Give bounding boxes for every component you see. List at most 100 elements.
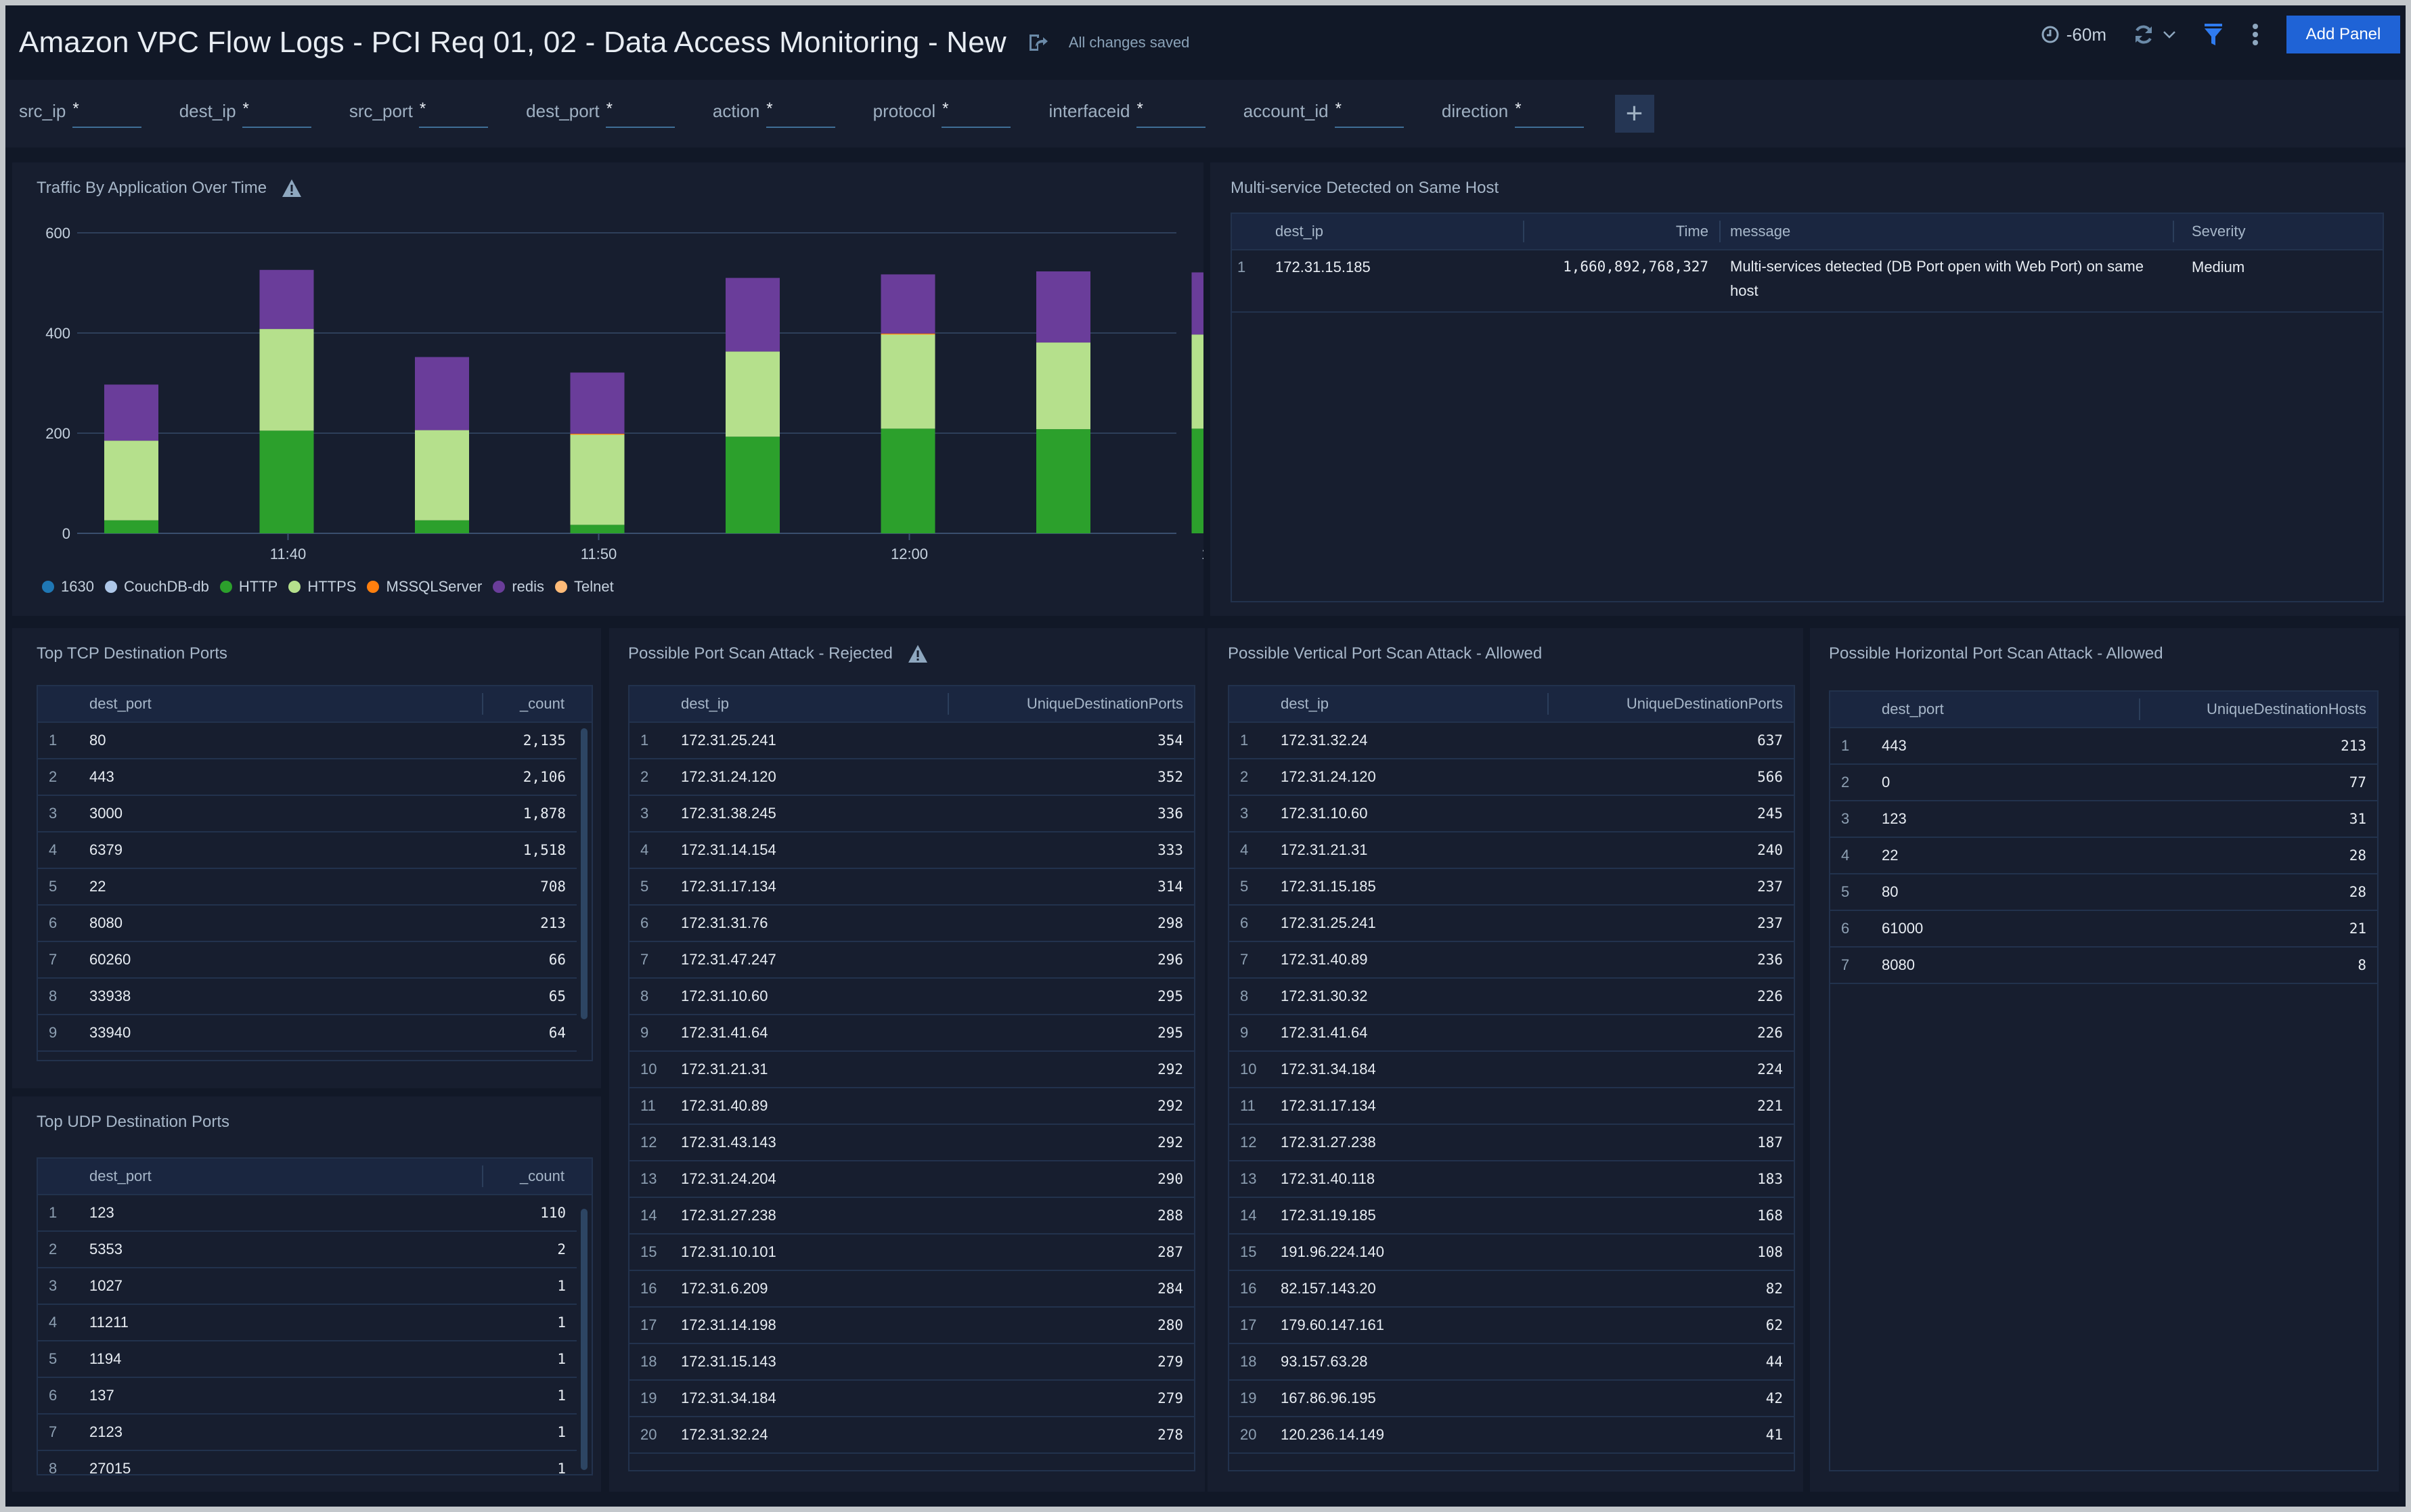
table-row[interactable]: 16 172.31.6.209 284 bbox=[629, 1271, 1194, 1308]
filter-input-underline[interactable] bbox=[605, 127, 675, 128]
table-row[interactable]: 15 172.31.10.101 287 bbox=[629, 1235, 1194, 1271]
bar-segment-https[interactable] bbox=[1191, 334, 1204, 429]
scrollbar[interactable] bbox=[581, 1209, 588, 1470]
bar-segment-http[interactable] bbox=[726, 437, 780, 533]
bar-segment-redis[interactable] bbox=[1191, 272, 1204, 335]
table-row[interactable]: 5 22 708 bbox=[38, 869, 577, 906]
add-filter-button[interactable]: + bbox=[1614, 95, 1654, 133]
table-row[interactable]: 4 172.31.21.31 240 bbox=[1229, 832, 1794, 869]
legend-item-https[interactable]: HTTPS bbox=[288, 578, 356, 596]
table-row[interactable]: 3 172.31.10.60 245 bbox=[1229, 796, 1794, 832]
column-header[interactable]: UniqueDestinationPorts bbox=[948, 686, 1194, 721]
column-header[interactable]: dest_port bbox=[38, 686, 482, 721]
filter-dest-port[interactable]: dest_port * bbox=[526, 97, 675, 131]
table-row[interactable]: 10 172.31.34.184 224 bbox=[1229, 1052, 1794, 1088]
filter-src-port[interactable]: src_port * bbox=[349, 97, 489, 131]
bar-segment-https[interactable] bbox=[570, 434, 625, 525]
bar-segment-http[interactable] bbox=[570, 525, 625, 533]
legend-item-mssqlserver[interactable]: MSSQLServer bbox=[367, 578, 482, 596]
table-row[interactable]: 8 172.31.10.60 295 bbox=[629, 979, 1194, 1015]
bar-stack-1210[interactable] bbox=[1191, 272, 1204, 533]
bar-stack-1145[interactable] bbox=[415, 357, 469, 533]
bar-segment-http[interactable] bbox=[415, 520, 469, 533]
bar-segment-https[interactable] bbox=[259, 329, 314, 431]
filter-value[interactable]: * bbox=[1136, 97, 1143, 118]
table-row[interactable]: 13 172.31.24.204 290 bbox=[629, 1161, 1194, 1198]
table-row[interactable]: 2 0 77 bbox=[1830, 765, 2377, 801]
filter-protocol[interactable]: protocol * bbox=[873, 97, 1011, 131]
bar-segment-http[interactable] bbox=[1036, 429, 1090, 533]
filter-value[interactable]: * bbox=[1515, 97, 1521, 118]
time-range-picker[interactable]: -60m bbox=[2041, 24, 2106, 45]
column-header[interactable]: dest_ip bbox=[1229, 686, 1547, 721]
bar-segment-http[interactable] bbox=[104, 520, 158, 533]
legend-item-1630[interactable]: 1630 bbox=[42, 578, 94, 596]
table-row[interactable]: 1 172.31.25.241 354 bbox=[629, 723, 1194, 759]
filter-input-underline[interactable] bbox=[766, 127, 835, 128]
table-row[interactable]: 17 172.31.14.198 280 bbox=[629, 1308, 1194, 1344]
column-header[interactable]: UniqueDestinationHosts bbox=[2139, 692, 2377, 727]
table-row[interactable]: 1 443 213 bbox=[1830, 728, 2377, 765]
table-row[interactable]: 1 172.31.32.24 637 bbox=[1229, 723, 1794, 759]
bar-stack-1155[interactable] bbox=[726, 277, 780, 533]
table-row[interactable]: 2 443 2,106 bbox=[38, 759, 577, 796]
table-row[interactable]: 7 172.31.47.247 296 bbox=[629, 942, 1194, 979]
filter-input-underline[interactable] bbox=[1514, 127, 1584, 128]
column-header-message[interactable]: message bbox=[1719, 214, 2173, 249]
table-row[interactable]: 6 61000 21 bbox=[1830, 911, 2377, 948]
table-row[interactable]: 13 172.31.40.118 183 bbox=[1229, 1161, 1794, 1198]
filter-account-id[interactable]: account_id * bbox=[1243, 97, 1404, 131]
table-row[interactable]: 7 60260 66 bbox=[38, 942, 577, 979]
bar-stack-1200[interactable] bbox=[881, 274, 935, 533]
bar-stack-1150[interactable] bbox=[570, 372, 625, 533]
bar-stack-1205[interactable] bbox=[1036, 271, 1090, 533]
table-row[interactable]: 4 6379 1,518 bbox=[38, 832, 577, 869]
filter-direction[interactable]: direction * bbox=[1442, 97, 1584, 131]
filter-src-ip[interactable]: src_ip * bbox=[19, 97, 141, 131]
filter-dest-ip[interactable]: dest_ip * bbox=[179, 97, 311, 131]
bar-segment-https[interactable] bbox=[881, 334, 935, 429]
legend-item-http[interactable]: HTTP bbox=[219, 578, 278, 596]
table-row[interactable]: 6 137 1 bbox=[38, 1378, 577, 1415]
table-row[interactable]: 1 123 110 bbox=[38, 1195, 577, 1232]
bar-segment-redis[interactable] bbox=[881, 274, 935, 334]
table-row[interactable]: 5 1194 1 bbox=[38, 1341, 577, 1378]
filter-value[interactable]: * bbox=[1335, 97, 1342, 118]
filter-input-underline[interactable] bbox=[1334, 127, 1404, 128]
filter-input-underline[interactable] bbox=[942, 127, 1011, 128]
bar-segment-redis[interactable] bbox=[726, 277, 780, 352]
table-row[interactable]: 16 82.157.143.20 82 bbox=[1229, 1271, 1794, 1308]
table-row[interactable]: 5 172.31.15.185 237 bbox=[1229, 869, 1794, 906]
table-row[interactable]: 11 172.31.17.134 221 bbox=[1229, 1088, 1794, 1125]
bar-stack-1135[interactable] bbox=[104, 384, 158, 533]
table-row[interactable]: 8 27015 1 bbox=[38, 1451, 577, 1474]
table-row[interactable]: 7 8080 8 bbox=[1830, 948, 2377, 984]
filter-input-underline[interactable] bbox=[72, 127, 141, 128]
bar-segment-mssqlserver[interactable] bbox=[570, 433, 625, 435]
legend-item-telnet[interactable]: Telnet bbox=[555, 578, 614, 596]
chevron-down-icon[interactable] bbox=[2161, 26, 2178, 43]
table-row[interactable]: 1 80 2,135 bbox=[38, 723, 577, 759]
table-row[interactable]: 3 172.31.38.245 336 bbox=[629, 796, 1194, 832]
filter-input-underline[interactable] bbox=[419, 127, 489, 128]
bar-segment-redis[interactable] bbox=[570, 372, 625, 434]
table-row[interactable]: 12 172.31.27.238 187 bbox=[1229, 1125, 1794, 1161]
bar-segment-redis[interactable] bbox=[415, 357, 469, 430]
table-row[interactable]: 3 3000 1,878 bbox=[38, 796, 577, 832]
legend-item-couchdb-db[interactable]: CouchDB-db bbox=[104, 578, 209, 596]
column-header[interactable]: dest_ip bbox=[629, 686, 948, 721]
refresh-button[interactable] bbox=[2132, 23, 2178, 46]
bar-segment-https[interactable] bbox=[1036, 342, 1090, 430]
table-row[interactable]: 11 172.31.40.89 292 bbox=[629, 1088, 1194, 1125]
table-row[interactable]: 6 172.31.31.76 298 bbox=[629, 906, 1194, 942]
filter-input-underline[interactable] bbox=[1136, 127, 1206, 128]
bar-segment-https[interactable] bbox=[415, 430, 469, 520]
table-row[interactable]: 7 172.31.40.89 236 bbox=[1229, 942, 1794, 979]
filter-input-underline[interactable] bbox=[242, 127, 311, 128]
filter-action[interactable]: action * bbox=[713, 97, 835, 131]
table-row[interactable]: 2 5353 2 bbox=[38, 1232, 577, 1268]
table-row[interactable]: 9 33940 64 bbox=[38, 1015, 577, 1052]
bar-segment-https[interactable] bbox=[726, 351, 780, 437]
bar-stack-1140[interactable] bbox=[259, 269, 314, 533]
table-row[interactable]: 2 172.31.24.120 566 bbox=[1229, 759, 1794, 796]
